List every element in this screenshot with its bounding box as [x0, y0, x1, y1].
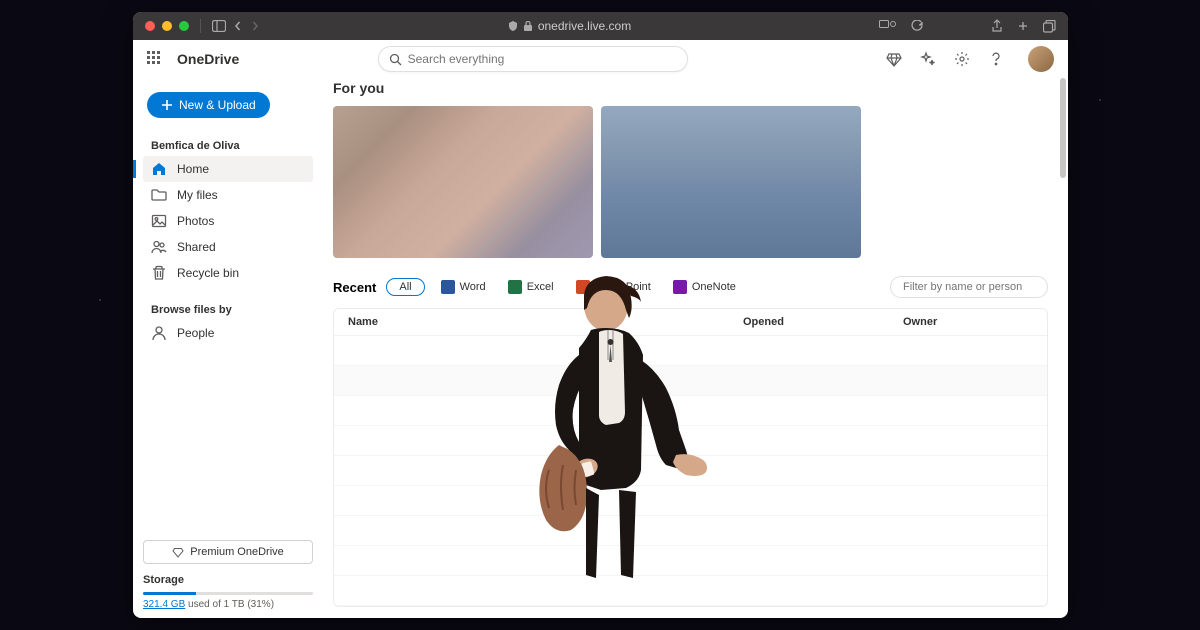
- recent-heading: Recent: [333, 280, 376, 295]
- storage-total: used of 1 TB (31%): [188, 599, 274, 610]
- search-container: [378, 46, 688, 72]
- storage-used[interactable]: 321.4 GB: [143, 599, 185, 610]
- table-row: [334, 396, 1047, 426]
- sidebar-toggle-icon[interactable]: [212, 20, 226, 32]
- titlebar: onedrive.live.com: [133, 12, 1068, 40]
- shield-icon: [508, 21, 518, 31]
- search-box[interactable]: [378, 46, 688, 72]
- sidebar-item-label: Home: [177, 162, 209, 176]
- brand-label: OneDrive: [177, 51, 239, 67]
- table-row: [334, 426, 1047, 456]
- sidebar-item-photos[interactable]: Photos: [143, 208, 313, 234]
- table-row: [334, 456, 1047, 486]
- browser-window: onedrive.live.com OneDrive: [133, 12, 1068, 618]
- sidebar-item-label: Recycle bin: [177, 266, 239, 280]
- close-window-button[interactable]: [145, 21, 155, 31]
- tabs-icon[interactable]: [1043, 20, 1056, 33]
- settings-icon[interactable]: [954, 51, 970, 67]
- word-icon: [441, 280, 455, 294]
- table-row: [334, 516, 1047, 546]
- new-button-label: New & Upload: [179, 98, 256, 112]
- forward-button[interactable]: [250, 21, 260, 31]
- filter-word[interactable]: Word: [435, 278, 492, 296]
- table-row: [334, 486, 1047, 516]
- sidebar-item-recyclebin[interactable]: Recycle bin: [143, 260, 313, 286]
- photo-icon: [151, 213, 167, 229]
- app-header: OneDrive: [133, 40, 1068, 78]
- url-text: onedrive.live.com: [538, 19, 631, 33]
- scrollbar[interactable]: [1060, 78, 1066, 178]
- powerpoint-icon: [576, 280, 590, 294]
- storage-bar: [143, 592, 313, 595]
- table-header: Name Opened Owner: [334, 309, 1047, 336]
- filter-excel[interactable]: Excel: [502, 278, 560, 296]
- new-upload-button[interactable]: New & Upload: [147, 92, 270, 118]
- sidebar-item-label: Photos: [177, 214, 214, 228]
- people-icon: [151, 239, 167, 255]
- url-bar[interactable]: onedrive.live.com: [267, 19, 872, 33]
- sidebar-item-shared[interactable]: Shared: [143, 234, 313, 260]
- main-content: For you Recent All Word Excel PowerPoint…: [323, 78, 1068, 618]
- sidebar-item-people[interactable]: People: [143, 320, 313, 346]
- help-icon[interactable]: [988, 51, 1004, 67]
- divider: [200, 19, 201, 33]
- files-table: Name Opened Owner: [333, 308, 1048, 607]
- diamond-icon: [172, 546, 184, 558]
- maximize-window-button[interactable]: [179, 21, 189, 31]
- filter-all[interactable]: All: [386, 278, 424, 296]
- storage-fill: [143, 592, 196, 595]
- person-icon: [151, 325, 167, 341]
- for-you-heading: For you: [333, 80, 1048, 96]
- reload-icon[interactable]: [911, 20, 923, 32]
- premium-label: Premium OneDrive: [190, 546, 284, 558]
- for-you-card[interactable]: [601, 106, 861, 258]
- recent-toolbar: Recent All Word Excel PowerPoint OneNote: [333, 276, 1048, 298]
- premium-button[interactable]: Premium OneDrive: [143, 540, 313, 564]
- diamond-icon[interactable]: [886, 51, 902, 67]
- reader-icon[interactable]: [879, 20, 897, 32]
- home-icon: [151, 161, 167, 177]
- storage-text: 321.4 GB used of 1 TB (31%): [143, 599, 313, 610]
- search-input[interactable]: [408, 52, 677, 66]
- user-section-title: Bemfica de Oliva: [143, 136, 313, 156]
- column-opened[interactable]: Opened: [743, 316, 903, 328]
- folder-icon: [151, 187, 167, 203]
- sidebar-item-label: Shared: [177, 240, 216, 254]
- table-row: [334, 576, 1047, 606]
- sidebar: New & Upload Bemfica de Oliva Home My fi…: [133, 78, 323, 618]
- search-icon: [389, 53, 402, 66]
- sidebar-item-label: People: [177, 326, 214, 340]
- column-owner[interactable]: Owner: [903, 316, 1033, 328]
- browse-section-title: Browse files by: [143, 300, 313, 320]
- column-name[interactable]: Name: [348, 316, 743, 328]
- avatar[interactable]: [1028, 46, 1054, 72]
- table-row: [334, 546, 1047, 576]
- table-row: [334, 336, 1047, 366]
- filter-input[interactable]: [890, 276, 1048, 298]
- table-row: [334, 366, 1047, 396]
- for-you-card[interactable]: [333, 106, 593, 258]
- plus-icon: [161, 99, 173, 111]
- storage-title: Storage: [143, 574, 313, 586]
- trash-icon: [151, 265, 167, 281]
- sidebar-item-label: My files: [177, 188, 218, 202]
- share-icon[interactable]: [991, 19, 1003, 33]
- sidebar-item-home[interactable]: Home: [143, 156, 313, 182]
- minimize-window-button[interactable]: [162, 21, 172, 31]
- back-button[interactable]: [233, 21, 243, 31]
- sidebar-item-myfiles[interactable]: My files: [143, 182, 313, 208]
- filter-powerpoint[interactable]: PowerPoint: [570, 278, 657, 296]
- excel-icon: [508, 280, 522, 294]
- sparkle-icon[interactable]: [920, 51, 936, 67]
- new-tab-icon[interactable]: [1017, 20, 1029, 32]
- lock-icon: [524, 21, 532, 31]
- filter-onenote[interactable]: OneNote: [667, 278, 742, 296]
- app-launcher-icon[interactable]: [147, 51, 163, 67]
- onenote-icon: [673, 280, 687, 294]
- for-you-cards: [333, 106, 1048, 258]
